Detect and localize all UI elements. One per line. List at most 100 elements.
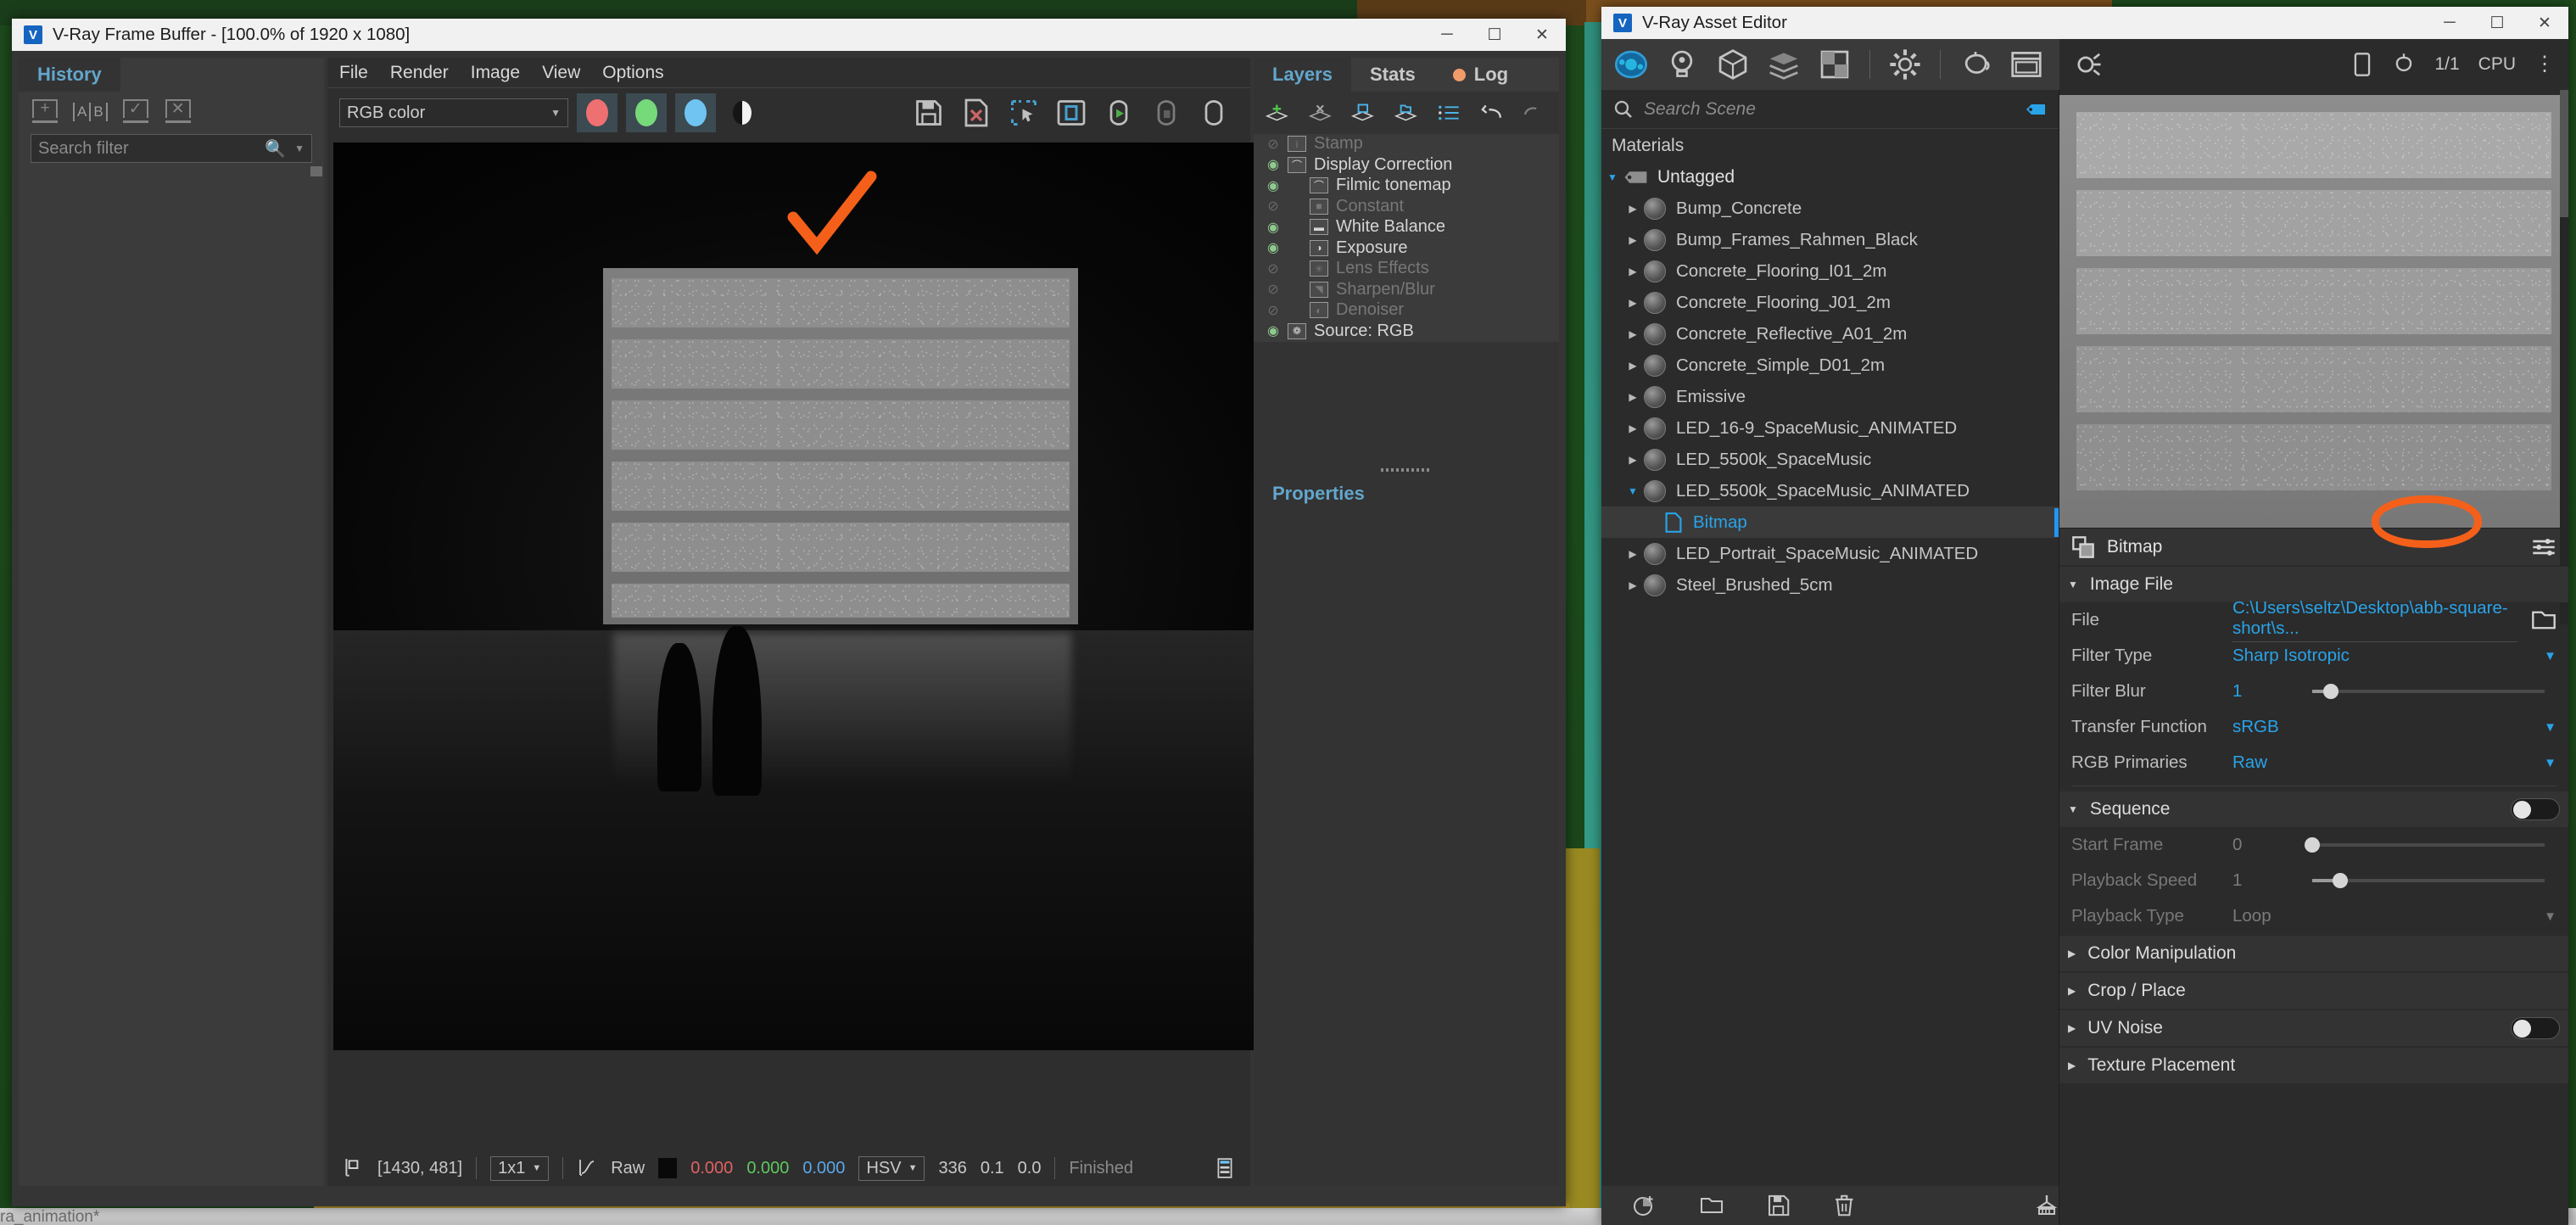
add-history-item-icon[interactable]: + (31, 99, 59, 125)
device-icon[interactable] (2351, 52, 2373, 77)
tab-properties[interactable]: Properties (1254, 477, 1383, 511)
menu-options[interactable]: Options (602, 63, 663, 83)
chevron-down-icon[interactable]: ▼ (2068, 579, 2078, 590)
history-scrollbar[interactable] (310, 166, 322, 1184)
blue-channel-toggle[interactable] (675, 93, 716, 132)
chevron-right-icon[interactable]: ▶ (1622, 297, 1644, 309)
layer-visibility-toggle[interactable]: ⊘ (1259, 136, 1288, 153)
select-history-item-icon[interactable]: ✓ (121, 99, 150, 125)
layer-visibility-toggle[interactable]: ◉ (1259, 156, 1288, 173)
chevron-right-icon[interactable]: ▶ (1622, 391, 1644, 403)
layer-visibility-toggle[interactable]: ◉ (1259, 239, 1288, 256)
vfb-minimize-button[interactable]: ─ (1423, 19, 1471, 51)
history-list[interactable] (19, 165, 324, 1186)
chevron-right-icon[interactable]: ▶ (1622, 548, 1644, 560)
layer-visibility-toggle[interactable]: ⊘ (1259, 260, 1288, 277)
add-layer-icon[interactable] (1266, 99, 1290, 126)
green-channel-toggle[interactable] (626, 93, 667, 132)
ae-title-bar[interactable]: V V-Ray Asset Editor ─ ☐ ✕ (1601, 7, 2568, 39)
tag-filter-icon[interactable] (2025, 102, 2047, 117)
chevron-right-icon[interactable]: ▶ (1622, 266, 1644, 277)
load-layers-icon[interactable] (1394, 99, 1419, 126)
channel-select-dropdown[interactable]: RGB color ▼ (339, 98, 568, 127)
teapot-preview-icon[interactable] (1959, 48, 1992, 81)
chevron-right-icon[interactable]: ▶ (1622, 422, 1644, 434)
purge-icon[interactable] (2035, 1192, 2059, 1219)
property-row[interactable]: Filter Blur 1 (2059, 674, 2568, 709)
chevron-down-icon[interactable]: ▼ (294, 143, 305, 154)
chevron-right-icon[interactable]: ▶ (2068, 985, 2076, 997)
property-value[interactable]: 0 (2232, 835, 2292, 855)
tree-item-material[interactable]: ▶ Bump_Concrete (1601, 193, 2059, 224)
property-row[interactable]: RGB Primaries Raw ▼ (2059, 745, 2568, 780)
delete-asset-icon[interactable] (1834, 1192, 1855, 1219)
property-value[interactable]: Loop (2232, 906, 2271, 926)
remove-layer-icon[interactable] (1308, 99, 1333, 126)
render-canvas[interactable] (332, 141, 1258, 1149)
chevron-down-icon[interactable]: ▼ (2068, 803, 2078, 815)
menu-image[interactable]: Image (471, 63, 520, 83)
chevron-down-icon[interactable]: ▼ (2544, 756, 2556, 770)
settings-icon[interactable] (1889, 48, 1921, 81)
undo-icon[interactable] (1480, 99, 1505, 126)
chevron-down-icon[interactable]: ▼ (2544, 649, 2556, 663)
history-search-input[interactable]: Search filter 🔍 ▼ (31, 134, 312, 163)
alpha-channel-toggle[interactable] (733, 101, 752, 125)
show-log-icon[interactable] (1214, 1157, 1236, 1179)
vfb-close-button[interactable]: ✕ (1518, 19, 1566, 51)
save-as-x-icon[interactable] (960, 98, 992, 128)
property-value[interactable]: Raw (2232, 752, 2267, 773)
chevron-right-icon[interactable]: ▶ (2068, 1022, 2076, 1034)
menu-file[interactable]: File (339, 63, 368, 83)
layer-row[interactable]: ⊘ ◐ Denoiser (1254, 300, 1559, 322)
property-row[interactable]: Playback Speed 1 (2059, 863, 2568, 898)
menu-render[interactable]: Render (390, 63, 449, 83)
property-slider[interactable] (2312, 684, 2545, 699)
teapot-small-icon[interactable] (2392, 52, 2416, 77)
region-render-icon[interactable] (1008, 98, 1040, 128)
layer-row[interactable]: ◉ ❁ Source: RGB (1254, 321, 1559, 342)
layer-row[interactable]: ⊘ i Stamp (1254, 134, 1559, 155)
property-slider[interactable] (2305, 837, 2545, 853)
viewport-icon[interactable] (2010, 48, 2042, 81)
layer-row[interactable]: ◉ ▬ White Balance (1254, 217, 1559, 238)
tree-item-material[interactable]: ▶ Steel_Brushed_5cm (1601, 569, 2059, 601)
tree-item-material[interactable]: ▶ Concrete_Flooring_I01_2m (1601, 255, 2059, 287)
color-space-dropdown[interactable]: HSV ▼ (858, 1155, 925, 1181)
layer-visibility-toggle[interactable]: ⊘ (1259, 281, 1288, 298)
add-asset-icon[interactable] (1632, 1192, 1656, 1219)
layer-row[interactable]: ⊘ ◥ Sharpen/Blur (1254, 279, 1559, 300)
property-row[interactable]: Start Frame 0 (2059, 827, 2568, 863)
property-value[interactable]: 1 (2232, 870, 2292, 891)
chevron-down-icon[interactable]: ▼ (2544, 909, 2556, 924)
render-stop-icon[interactable] (1150, 98, 1182, 128)
section-header[interactable]: ▶ Texture Placement (2059, 1048, 2568, 1083)
section-toggle[interactable] (2511, 798, 2560, 820)
tree-item-material[interactable]: ▼ LED_5500k_SpaceMusic_ANIMATED (1601, 475, 2059, 506)
save-layers-icon[interactable] (1351, 99, 1376, 126)
open-scene-icon[interactable] (1700, 1192, 1724, 1219)
property-value[interactable]: 1 (2232, 681, 2292, 702)
tree-item-material[interactable]: ▶ Concrete_Reflective_A01_2m (1601, 318, 2059, 350)
layers-splitter[interactable] (1254, 463, 1559, 477)
tree-item-material[interactable]: ▼ Untagged (1601, 161, 2059, 193)
textures-icon[interactable] (1819, 48, 1851, 81)
chevron-right-icon[interactable]: ▶ (1622, 454, 1644, 466)
layer-visibility-toggle[interactable]: ◉ (1259, 219, 1288, 236)
chevron-right-icon[interactable]: ▶ (1622, 579, 1644, 591)
property-value[interactable]: Sharp Isotropic (2232, 646, 2350, 666)
section-header[interactable]: ▶ Color Manipulation (2059, 936, 2568, 971)
materials-icon[interactable] (1615, 48, 1647, 81)
chevron-right-icon[interactable]: ▶ (2068, 1060, 2076, 1071)
redo-icon[interactable] (1523, 99, 1547, 126)
tree-item-material[interactable]: ▶ Emissive (1601, 381, 2059, 412)
light-preview-icon[interactable] (2073, 48, 2105, 81)
render-last-icon[interactable] (1198, 98, 1230, 128)
history-scrollbar-thumb[interactable] (310, 166, 322, 176)
menu-view[interactable]: View (542, 63, 580, 83)
preview-scrollbar-thumb[interactable] (2560, 90, 2568, 217)
tab-stats[interactable]: Stats (1350, 58, 1434, 92)
chevron-right-icon[interactable]: ▶ (1622, 203, 1644, 215)
layer-presets-icon[interactable] (1437, 99, 1461, 126)
tab-layers[interactable]: Layers (1254, 58, 1351, 92)
